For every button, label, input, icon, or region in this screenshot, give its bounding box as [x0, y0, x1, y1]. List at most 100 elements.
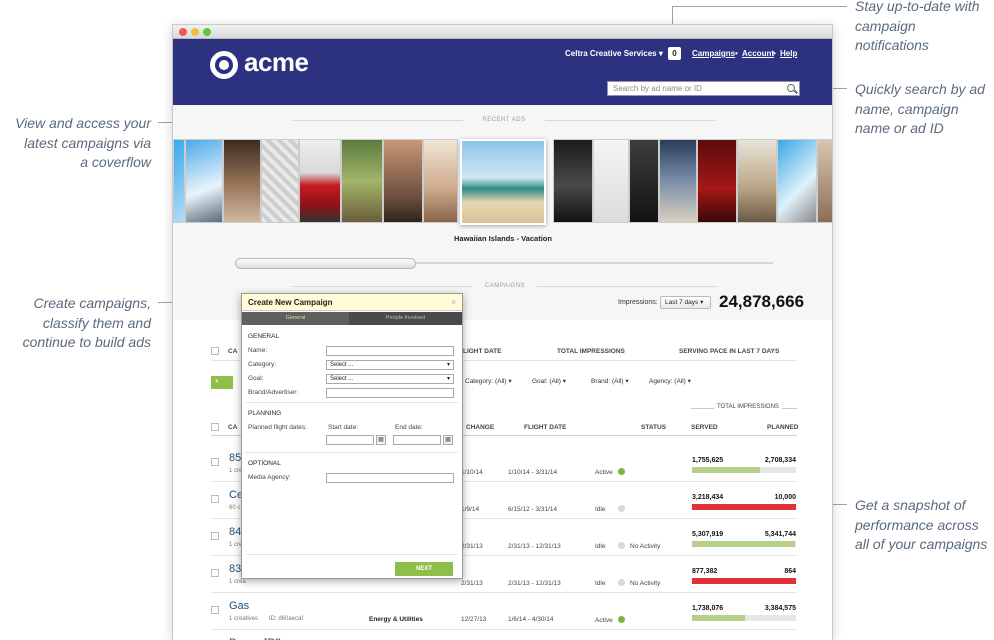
coverflow-item[interactable] — [423, 139, 458, 223]
column-header-change[interactable]: CHANGE — [466, 424, 494, 431]
coverflow-item[interactable] — [553, 139, 593, 223]
coverflow-item[interactable] — [383, 139, 423, 223]
column-header-planned[interactable]: PLANNED — [767, 424, 798, 431]
column-header-served[interactable]: SERVED — [691, 424, 718, 431]
coverflow-item[interactable] — [697, 139, 737, 223]
column-header-status[interactable]: STATUS — [641, 424, 666, 431]
coverflow-item[interactable] — [223, 139, 261, 223]
column-header[interactable]: CA — [228, 348, 237, 355]
column-header-flight-date[interactable]: FLIGHT DATE — [459, 348, 502, 355]
logo-text[interactable]: acme — [244, 47, 309, 78]
status-indicator-icon — [618, 505, 625, 512]
step-general[interactable]: General — [242, 312, 349, 325]
filter-brand[interactable]: Brand: (All) ▾ — [591, 377, 629, 385]
optional-section-heading: OPTIONAL — [248, 460, 281, 467]
status-text: Idle — [595, 506, 606, 513]
campaign-name-link[interactable]: Gas — [229, 600, 249, 612]
goal-select[interactable]: Select ... ▾ — [326, 374, 454, 384]
divider — [545, 120, 715, 121]
status-indicator-icon — [618, 542, 625, 549]
divider — [246, 402, 458, 403]
org-switcher[interactable]: Celtra Creative Services ▾ — [565, 49, 663, 58]
new-button-label: NEW — [215, 392, 229, 398]
calendar-icon[interactable]: ▦ — [376, 435, 386, 445]
select-all-checkbox[interactable] — [211, 347, 219, 355]
chevron-down-icon: ▾ — [562, 378, 566, 385]
acme-logo-icon[interactable] — [210, 51, 238, 79]
campaign-name-link[interactable]: 85 — [229, 452, 241, 464]
coverflow-item[interactable] — [817, 139, 832, 223]
row-checkbox[interactable] — [211, 532, 219, 540]
callout-line-notifications-h — [672, 6, 847, 7]
activity-note: No Activity — [630, 580, 661, 587]
media-agency-label: Media Agency: — [248, 474, 291, 481]
filter-category[interactable]: Category: (All) ▾ — [465, 377, 512, 385]
coverflow-item[interactable] — [737, 139, 777, 223]
brand-field[interactable] — [326, 388, 454, 398]
coverflow-item[interactable] — [173, 139, 185, 223]
divider — [211, 629, 797, 630]
column-header-total-impressions[interactable]: TOTAL IMPRESSIONS — [557, 348, 625, 355]
column-header[interactable]: CA — [228, 424, 237, 431]
category-select[interactable]: Select ... ▾ — [326, 360, 454, 370]
filter-agency[interactable]: Agency: (All) ▾ — [649, 377, 691, 385]
campaign-id: ID: d60aecaf — [269, 616, 304, 622]
nav-account-link[interactable]: Account — [742, 49, 774, 58]
filter-goal[interactable]: Goal: (All) ▾ — [532, 377, 566, 385]
coverflow-item[interactable] — [593, 139, 629, 223]
step-people-involved[interactable]: People Involved — [349, 312, 462, 325]
search-input[interactable]: Search by ad name or ID — [607, 81, 800, 96]
minimize-window-icon[interactable] — [191, 28, 199, 36]
create-campaign-dialog: Create New Campaign × General People Inv… — [241, 293, 463, 579]
campaign-creatives-count: 60 c — [229, 505, 241, 511]
close-window-icon[interactable] — [179, 28, 187, 36]
window-titlebar — [173, 25, 832, 39]
impressions-label: Impressions: — [618, 299, 658, 306]
campaign-category: Energy & Utilities — [369, 616, 423, 623]
column-header-serving-pace[interactable]: SERVING PACE IN LAST 7 DAYS — [679, 348, 779, 355]
row-checkbox[interactable] — [211, 495, 219, 503]
campaign-name-link[interactable]: 83 — [229, 563, 241, 575]
coverflow-item[interactable] — [261, 139, 299, 223]
general-section-heading: GENERAL — [248, 333, 280, 340]
coverflow-item[interactable] — [185, 139, 223, 223]
coverflow-item[interactable] — [777, 139, 817, 223]
coverflow-item[interactable] — [659, 139, 697, 223]
row-checkbox[interactable] — [211, 569, 219, 577]
pace-bar-fill — [692, 541, 795, 547]
media-agency-field[interactable] — [326, 473, 454, 483]
select-all-rows-checkbox[interactable] — [211, 423, 219, 431]
coverflow-item[interactable] — [341, 139, 383, 223]
start-date-field[interactable] — [326, 435, 374, 445]
row-checkbox[interactable] — [211, 606, 219, 614]
end-date-field[interactable] — [393, 435, 441, 445]
column-header-flight-date[interactable]: FLIGHT DATE — [524, 424, 567, 431]
new-campaign-button[interactable]: + NEW — [211, 376, 233, 398]
coverflow-item[interactable] — [629, 139, 659, 223]
calendar-icon[interactable]: ▦ — [443, 435, 453, 445]
callout-notifications: Stay up-to-date with campaign notificati… — [855, 0, 980, 53]
close-icon[interactable]: × — [451, 294, 456, 311]
nav-campaigns-link[interactable]: Campaigns — [692, 49, 735, 58]
last-change-date: 2/31/13 — [461, 580, 483, 587]
row-checkbox[interactable] — [211, 458, 219, 466]
maximize-window-icon[interactable] — [203, 28, 211, 36]
nav-help-link[interactable]: Help — [780, 49, 797, 58]
total-impressions-group-header: TOTAL IMPRESSIONS — [714, 404, 782, 410]
status-indicator-icon — [618, 579, 625, 586]
coverflow-featured-item[interactable] — [460, 139, 546, 225]
callout-performance: Get a snapshot of performance across all… — [855, 497, 988, 552]
coverflow-scroll-handle[interactable] — [235, 258, 416, 269]
last-change-date: 1/10/14 — [461, 469, 483, 476]
period-select[interactable]: Last 7 days ▾ — [660, 296, 711, 309]
search-icon[interactable] — [787, 84, 795, 92]
campaign-name-link[interactable]: 84 — [229, 526, 241, 538]
next-button[interactable]: NEXT — [395, 562, 453, 576]
chevron-down-icon: ▾ — [446, 362, 450, 368]
plus-icon: + — [215, 379, 219, 385]
notification-count-badge[interactable]: 0 — [668, 47, 681, 60]
coverflow-item[interactable] — [299, 139, 341, 223]
last-change-date: 12/27/13 — [461, 616, 487, 623]
nav-separator: • — [773, 49, 776, 58]
name-field[interactable] — [326, 346, 454, 356]
